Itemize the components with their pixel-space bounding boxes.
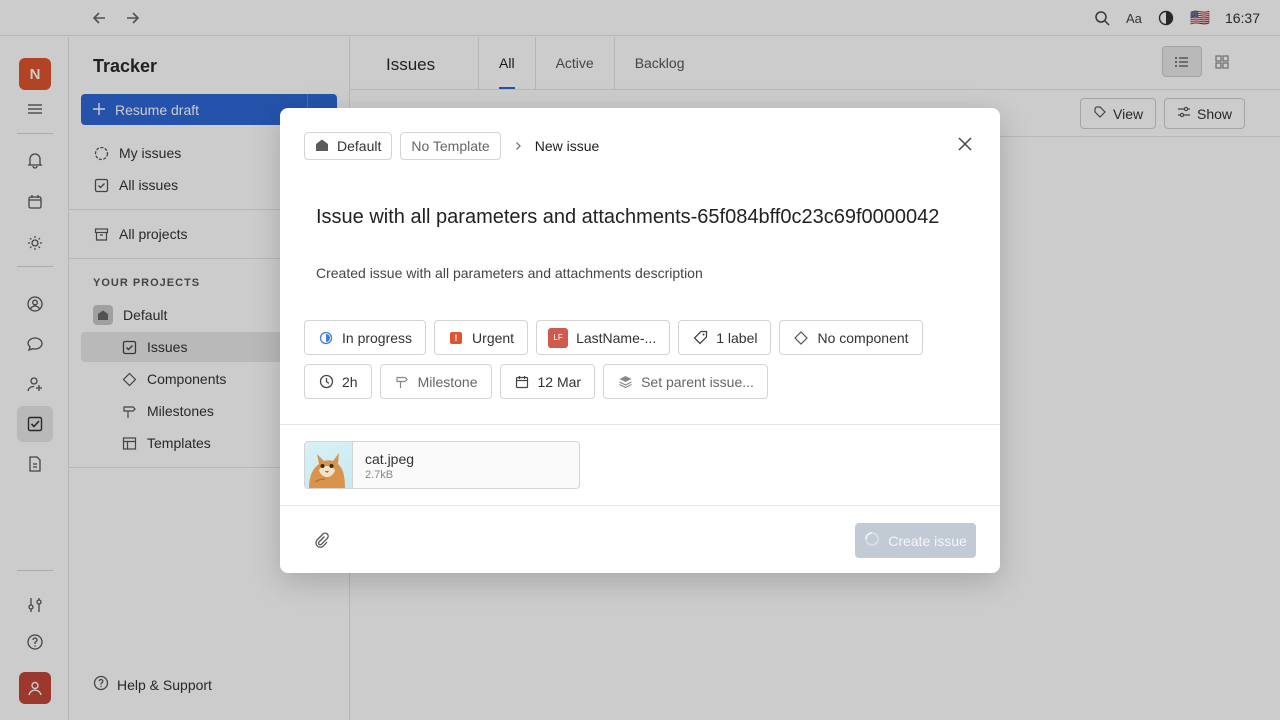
issue-description-input[interactable]: Created issue with all parameters and at… bbox=[316, 265, 703, 281]
parent-issue-label: Set parent issue... bbox=[641, 373, 754, 390]
attachment-card[interactable]: cat.jpeg 2.7kB bbox=[304, 441, 580, 489]
layers-icon bbox=[617, 374, 633, 390]
chevron-right-icon bbox=[509, 138, 527, 154]
component-button[interactable]: No component bbox=[779, 320, 923, 355]
parent-issue-button[interactable]: Set parent issue... bbox=[603, 364, 768, 399]
project-icon bbox=[315, 138, 329, 155]
paperclip-icon[interactable] bbox=[314, 532, 330, 548]
attachment-name: cat.jpeg bbox=[365, 451, 415, 467]
estimation-button[interactable]: 2h bbox=[304, 364, 372, 399]
labels-label: 1 label bbox=[716, 329, 758, 346]
diamond-icon bbox=[793, 330, 809, 346]
milestone-label: Milestone bbox=[417, 373, 478, 390]
loading-spinner-icon bbox=[864, 531, 880, 550]
project-selector[interactable]: Default bbox=[304, 132, 393, 160]
assignee-button[interactable]: LF LastName-... bbox=[536, 320, 671, 355]
assignee-label: LastName-... bbox=[576, 329, 657, 346]
cat-thumbnail-image bbox=[305, 442, 353, 488]
priority-label: Urgent bbox=[472, 329, 515, 346]
issue-parameters-row-1: In progress ! Urgent LF LastName-... 1 l… bbox=[304, 320, 984, 355]
close-icon[interactable] bbox=[956, 135, 974, 153]
estimation-label: 2h bbox=[342, 373, 358, 390]
breadcrumb: Default No Template New issue bbox=[304, 132, 599, 160]
clock-icon bbox=[318, 374, 334, 390]
status-button[interactable]: In progress bbox=[304, 320, 427, 355]
calendar-icon bbox=[514, 374, 530, 390]
status-label: In progress bbox=[342, 329, 413, 346]
component-label: No component bbox=[817, 329, 909, 346]
new-issue-dialog: Default No Template New issue Issue with… bbox=[280, 108, 1000, 573]
milestone-button[interactable]: Milestone bbox=[379, 364, 492, 399]
due-date-label: 12 Mar bbox=[537, 373, 582, 390]
breadcrumb-current: New issue bbox=[534, 138, 600, 154]
issue-parameters-row-2: 2h Milestone 12 Mar Set parent issue... bbox=[304, 364, 984, 399]
issue-title-input[interactable]: Issue with all parameters and attachment… bbox=[316, 206, 966, 229]
modal-divider bbox=[280, 505, 1000, 506]
modal-divider bbox=[280, 424, 1000, 425]
labels-button[interactable]: 1 label bbox=[678, 320, 772, 355]
signpost-icon bbox=[394, 374, 410, 390]
project-selector-label: Default bbox=[337, 138, 382, 154]
priority-button[interactable]: ! Urgent bbox=[434, 320, 529, 355]
urgent-priority-icon: ! bbox=[448, 330, 464, 346]
in-progress-icon bbox=[318, 330, 334, 346]
tag-icon bbox=[692, 330, 708, 346]
attachment-size: 2.7kB bbox=[365, 469, 394, 481]
assignee-avatar: LF bbox=[548, 327, 569, 348]
template-selector[interactable]: No Template bbox=[400, 132, 501, 160]
due-date-button[interactable]: 12 Mar bbox=[499, 364, 596, 399]
create-issue-button[interactable]: Create issue bbox=[855, 523, 976, 558]
create-issue-label: Create issue bbox=[888, 532, 967, 549]
